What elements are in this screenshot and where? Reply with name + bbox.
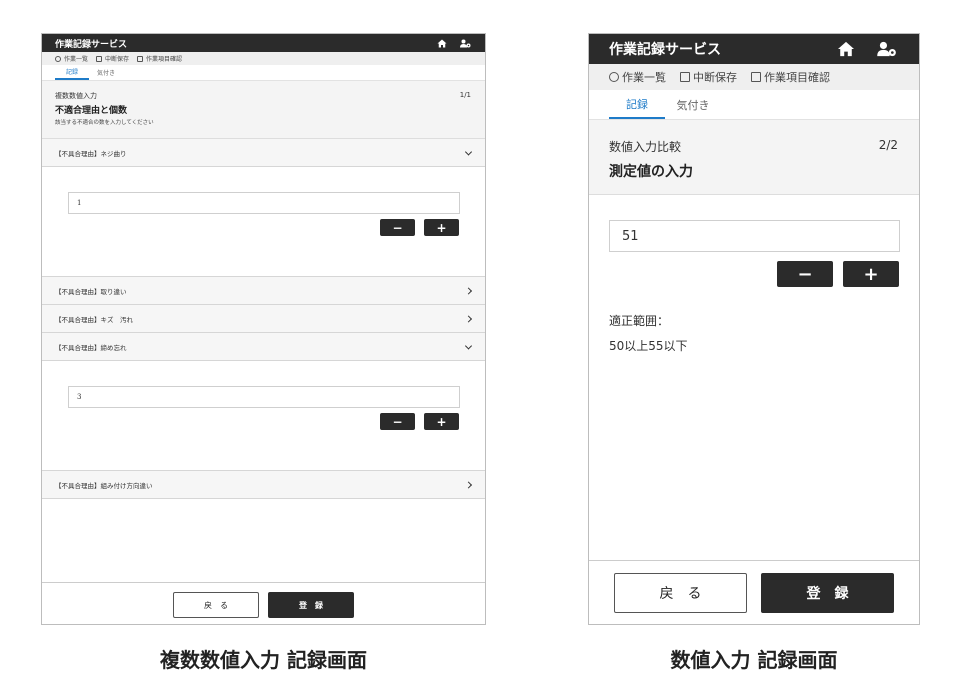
tab-record[interactable]: 記録 (55, 65, 89, 80)
tab-notice[interactable]: 気付き (89, 65, 123, 80)
section-heading: 数値入力比較 測定値の入力 2/2 (589, 120, 919, 195)
toolbar: 作業一覧 中断保存 作業項目確認 (42, 52, 485, 65)
input-type-label: 数値入力比較 (609, 140, 682, 154)
section-heading: 複数数値入力 不適合理由と個数 該当する不適合の数を入力してください 1/1 (42, 81, 485, 139)
reason-label: 【不具合理由】取り違い (55, 287, 127, 296)
toolbar: 作業一覧 中断保存 作業項目確認 (589, 64, 919, 90)
item-confirm-button[interactable]: 作業項目確認 (751, 69, 830, 85)
back-button[interactable]: 戻 る (173, 592, 259, 618)
reason-panel-screw-bent: 1 − + (42, 167, 485, 277)
save-icon (96, 55, 103, 62)
pause-save-button[interactable]: 中断保存 (680, 69, 737, 85)
description: 該当する不適合の数を入力してください (55, 120, 154, 126)
increment-button[interactable]: + (843, 261, 899, 287)
pause-save-label: 中断保存 (693, 71, 737, 84)
page-counter: 2/2 (878, 138, 898, 152)
app-header: 作業記録サービス (42, 34, 485, 52)
page-counter: 1/1 (459, 91, 471, 99)
input-type-label: 複数数値入力 (55, 92, 97, 100)
page-title: 測定値の入力 (609, 164, 693, 180)
range-label: 適正範囲： (609, 314, 670, 328)
home-icon[interactable] (437, 39, 447, 48)
tab-record[interactable]: 記録 (609, 90, 665, 119)
single-value-input-screen: 作業記録サービス 作業一覧 中断保存 作業項目確認 記録 気付き 数値入力比較 (588, 33, 920, 625)
footer-bar: 戻 る 登 録 (42, 582, 485, 624)
reason-row-screw-bent[interactable]: 【不具合理由】ネジ曲り (42, 139, 485, 167)
reason-row-not-tightened[interactable]: 【不具合理由】締め忘れ (42, 333, 485, 361)
reason-label: 【不具合理由】ネジ曲り (55, 149, 127, 158)
pause-save-button[interactable]: 中断保存 (96, 54, 129, 63)
footer-bar: 戻 る 登 録 (589, 560, 919, 624)
work-list-button[interactable]: 作業一覧 (609, 69, 666, 85)
tab-bar: 記録 気付き (589, 90, 919, 120)
pause-save-label: 中断保存 (105, 56, 130, 63)
quantity-input[interactable]: 1 (68, 192, 460, 214)
submit-button[interactable]: 登 録 (268, 592, 354, 618)
decrement-button[interactable]: − (777, 261, 833, 287)
submit-button[interactable]: 登 録 (761, 573, 894, 613)
user-settings-icon[interactable] (877, 41, 897, 57)
list-icon (751, 72, 761, 82)
decrement-button[interactable]: − (380, 413, 415, 430)
chevron-right-icon (464, 314, 473, 323)
measurement-input[interactable]: 51 (609, 220, 900, 252)
reason-label: 【不具合理由】キズ 汚れ (55, 315, 133, 324)
decrement-button[interactable]: − (380, 219, 415, 236)
work-list-label: 作業一覧 (64, 56, 89, 63)
item-confirm-label: 作業項目確認 (146, 56, 183, 63)
work-list-button[interactable]: 作業一覧 (55, 54, 88, 63)
app-header: 作業記録サービス (589, 34, 919, 64)
app-title: 作業記録サービス (609, 42, 721, 58)
tab-bar: 記録 気付き (42, 65, 485, 81)
user-settings-icon[interactable] (460, 39, 471, 48)
multi-value-input-screen: 作業記録サービス 作業一覧 中断保存 作業項目確認 記録 気付き 複数数値入力 (41, 33, 486, 625)
item-confirm-button[interactable]: 作業項目確認 (137, 54, 182, 63)
quantity-input[interactable]: 3 (68, 386, 460, 408)
item-confirm-label: 作業項目確認 (764, 71, 830, 84)
range-value: 50以上55以下 (609, 339, 688, 353)
reason-row-mixup[interactable]: 【不具合理由】取り違い (42, 277, 485, 305)
reason-panel-not-tightened: 3 − + (42, 361, 485, 471)
caption-left: 複数数値入力 記録画面 (160, 648, 367, 672)
back-button[interactable]: 戻 る (614, 573, 747, 613)
reason-label: 【不具合理由】組み付け方向違い (55, 481, 153, 490)
save-icon (680, 72, 690, 82)
increment-button[interactable]: + (424, 219, 459, 236)
back-circle-icon (609, 72, 619, 82)
home-icon[interactable] (837, 41, 855, 57)
work-list-label: 作業一覧 (622, 71, 666, 84)
app-title: 作業記録サービス (55, 39, 128, 50)
list-icon (137, 55, 144, 62)
reason-row-scratch-dirt[interactable]: 【不具合理由】キズ 汚れ (42, 305, 485, 333)
reason-row-wrong-direction[interactable]: 【不具合理由】組み付け方向違い (42, 471, 485, 499)
back-circle-icon (55, 55, 61, 62)
chevron-right-icon (464, 480, 473, 489)
chevron-down-icon (464, 147, 473, 156)
increment-button[interactable]: + (424, 413, 459, 430)
caption-right: 数値入力 記録画面 (670, 648, 838, 672)
reason-label: 【不具合理由】締め忘れ (55, 343, 127, 352)
page-title: 不適合理由と個数 (55, 106, 128, 116)
chevron-right-icon (464, 286, 473, 295)
tab-notice[interactable]: 気付き (665, 90, 721, 119)
chevron-down-icon (464, 341, 473, 350)
